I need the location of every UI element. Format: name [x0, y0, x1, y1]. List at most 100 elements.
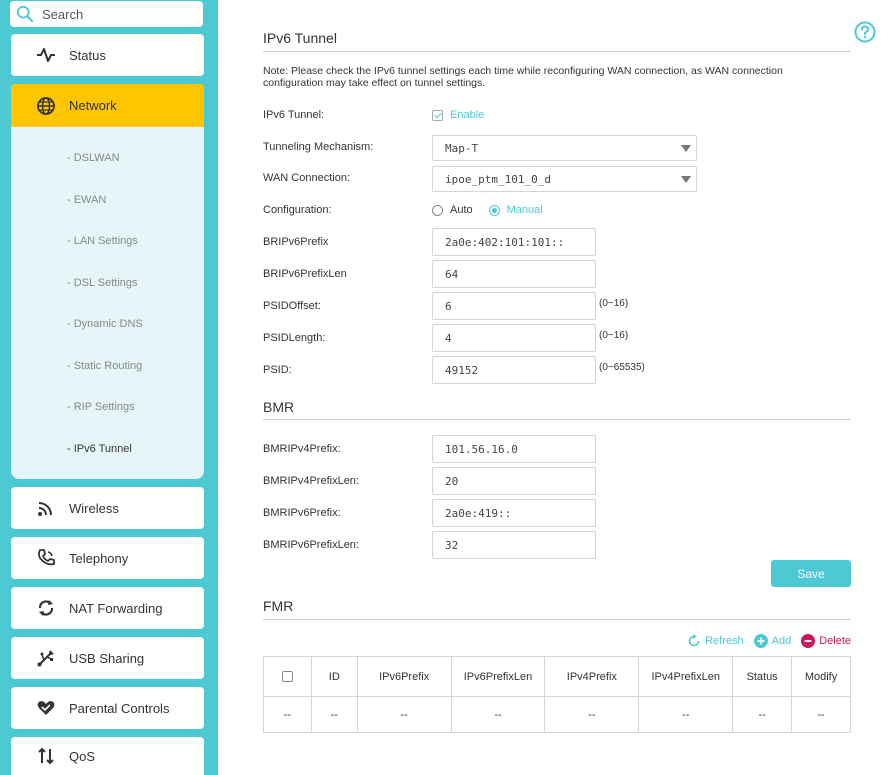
- tunneling-mechanism-label: Tunneling Mechanism:: [263, 141, 374, 153]
- refresh-icon: [688, 634, 700, 647]
- field-label: BMRIPv6Prefix:: [263, 507, 341, 519]
- sidebar-item-label: Network: [69, 98, 117, 113]
- bripv6prefixlen-input[interactable]: [432, 260, 596, 288]
- column-header: IPv6Prefix: [356, 656, 452, 697]
- globe-icon: [35, 95, 57, 117]
- add-label: Add: [771, 635, 792, 647]
- sidebar-item-usb-sharing[interactable]: USB Sharing: [11, 637, 204, 679]
- help-icon[interactable]: [854, 21, 876, 43]
- range-hint: (0~16): [599, 298, 629, 309]
- fmr-actions: Refresh Add Delete: [677, 634, 851, 648]
- column-header: IPv4PrefixLen: [638, 656, 734, 697]
- delete-icon: [801, 634, 816, 648]
- heart-icon: [35, 697, 57, 719]
- search-icon: [16, 5, 34, 23]
- chevron-down-icon: [681, 176, 691, 183]
- field-label: BRIPv6PrefixLen: [263, 268, 347, 280]
- subnav-lan-settings[interactable]: - LAN Settings: [67, 235, 138, 247]
- sidebar-item-parental-controls[interactable]: Parental Controls: [11, 687, 204, 729]
- psidlength-input[interactable]: [432, 324, 596, 352]
- subnav-ewan[interactable]: - EWAN: [67, 194, 106, 206]
- network-submenu: - DSLWAN - EWAN - LAN Settings - DSL Set…: [11, 127, 204, 479]
- table-cell: --: [544, 696, 640, 733]
- psid-input[interactable]: [432, 356, 596, 384]
- divider: [263, 419, 851, 420]
- wan-connection-select[interactable]: ipoe_ptm_101_0_d: [432, 166, 697, 192]
- select-all-checkbox[interactable]: [281, 671, 293, 683]
- bmripv4prefixlen-input[interactable]: [432, 467, 596, 495]
- save-button[interactable]: Save: [771, 560, 851, 587]
- sidebar-item-label: Telephony: [69, 550, 129, 566]
- section-title-ipv6-tunnel: IPv6 Tunnel: [263, 30, 337, 46]
- bmripv6prefix-input[interactable]: [432, 499, 596, 527]
- radio-auto-label: Auto: [450, 204, 473, 216]
- sidebar: Status Network - DSLWAN - EWAN - LAN Set…: [0, 0, 218, 775]
- divider: [263, 51, 851, 52]
- psidoffset-input[interactable]: [432, 292, 596, 320]
- search-box[interactable]: [10, 1, 203, 27]
- enable-checkbox[interactable]: Enable: [432, 109, 484, 121]
- chevron-down-icon: [681, 145, 691, 152]
- sidebar-item-label: QoS: [69, 748, 96, 764]
- enable-label: Enable: [450, 109, 485, 121]
- table-header-row: ID IPv6Prefix IPv6PrefixLen IPv4Prefix I…: [263, 656, 851, 697]
- bmripv6prefixlen-input[interactable]: [432, 531, 596, 559]
- field-label: BRIPv6Prefix: [263, 236, 329, 248]
- sidebar-item-label: Status: [69, 47, 106, 63]
- pulse-icon: [35, 44, 57, 66]
- table-cell: --: [791, 696, 851, 733]
- field-label: PSID:: [263, 364, 292, 376]
- table-cell: --: [638, 696, 734, 733]
- sidebar-item-label: USB Sharing: [69, 650, 145, 666]
- configuration-radio-group: Auto Manual: [432, 204, 559, 216]
- search-input[interactable]: [42, 6, 192, 22]
- column-header: Status: [732, 656, 793, 697]
- radio-manual[interactable]: Manual: [488, 204, 543, 216]
- subnav-rip-settings[interactable]: - RIP Settings: [67, 401, 135, 413]
- configuration-label: Configuration:: [263, 204, 332, 216]
- table-cell: --: [732, 696, 793, 733]
- sidebar-item-network[interactable]: Network: [11, 84, 204, 127]
- nat-icon: [35, 597, 57, 619]
- subnav-static-routing[interactable]: - Static Routing: [67, 360, 142, 372]
- subnav-dslwan[interactable]: - DSLWAN: [67, 152, 120, 164]
- field-label: PSIDLength:: [263, 332, 326, 344]
- sidebar-item-telephony[interactable]: Telephony: [11, 537, 204, 579]
- radio-auto[interactable]: Auto: [432, 204, 473, 216]
- table-cell: --: [450, 696, 546, 733]
- radio-on-icon[interactable]: [488, 204, 500, 216]
- field-label: BMRIPv4PrefixLen:: [263, 475, 359, 487]
- sidebar-item-nat-forwarding[interactable]: NAT Forwarding: [11, 587, 204, 629]
- radio-off-icon[interactable]: [432, 204, 443, 216]
- section-title-fmr: FMR: [263, 598, 294, 614]
- column-header: ID: [310, 656, 358, 697]
- refresh-button[interactable]: Refresh: [687, 634, 744, 648]
- wan-connection-label: WAN Connection:: [263, 172, 351, 184]
- sidebar-item-label: NAT Forwarding: [69, 600, 163, 616]
- subnav-dynamic-dns[interactable]: - Dynamic DNS: [67, 318, 143, 330]
- tunneling-mechanism-select[interactable]: Map-T: [432, 135, 697, 161]
- bmripv4prefix-input[interactable]: [432, 435, 596, 463]
- sidebar-item-label: Parental Controls: [69, 700, 170, 716]
- field-label: BMRIPv6PrefixLen:: [263, 539, 359, 551]
- sidebar-item-status[interactable]: Status: [11, 34, 204, 76]
- radio-manual-label: Manual: [506, 204, 543, 216]
- note-text: Note: Please check the IPv6 tunnel setti…: [263, 65, 783, 89]
- sidebar-item-qos[interactable]: QoS: [11, 737, 204, 775]
- field-label: PSIDOffset:: [263, 300, 321, 312]
- sidebar-item-wireless[interactable]: Wireless: [11, 487, 204, 529]
- delete-label: Delete: [819, 635, 851, 647]
- bripv6prefix-input[interactable]: [432, 228, 596, 256]
- subnav-dsl-settings[interactable]: - DSL Settings: [67, 277, 138, 289]
- sidebar-item-label: Wireless: [69, 500, 119, 516]
- subnav-ipv6-tunnel[interactable]: - IPv6 Tunnel: [67, 443, 132, 455]
- table-cell: --: [310, 696, 358, 733]
- add-button[interactable]: Add: [753, 634, 792, 648]
- checkbox-checked-icon[interactable]: [432, 109, 443, 121]
- column-header: IPv6PrefixLen: [450, 656, 546, 697]
- delete-button[interactable]: Delete: [801, 634, 851, 648]
- section-title-bmr: BMR: [263, 399, 295, 415]
- column-header: Modify: [791, 656, 851, 697]
- divider: [263, 619, 851, 620]
- table-cell: --: [263, 696, 312, 733]
